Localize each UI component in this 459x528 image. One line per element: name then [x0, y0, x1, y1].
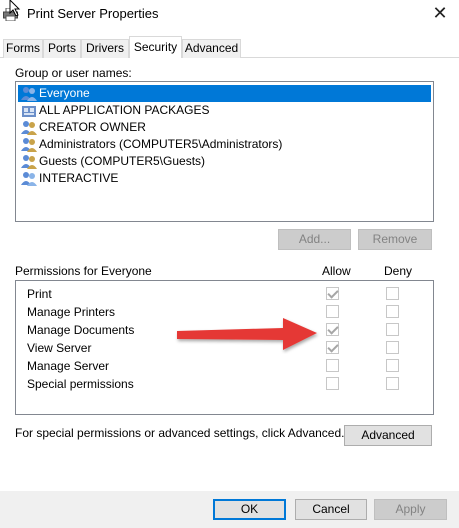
close-button[interactable]: ✕ — [426, 2, 454, 26]
user-name: Everyone — [39, 86, 90, 100]
user-group-icon — [21, 121, 37, 135]
allow-manage-documents-checkbox[interactable] — [326, 323, 339, 336]
tab-forms[interactable]: Forms — [3, 39, 43, 58]
cancel-button[interactable]: Cancel — [295, 499, 367, 520]
user-listbox[interactable]: Everyone ALL APPLICATION PACKAGES CREATO… — [15, 81, 434, 222]
permission-label: Special permissions — [27, 377, 134, 391]
mouse-cursor-icon — [9, 0, 21, 16]
group-label: Group or user names: — [15, 66, 132, 80]
user-group-icon — [21, 155, 37, 169]
deny-manage-documents-checkbox[interactable] — [386, 323, 399, 336]
window-title: Print Server Properties — [27, 6, 159, 21]
deny-special-permissions-checkbox[interactable] — [386, 377, 399, 390]
tab-strip: Forms Ports Drivers Security Advanced — [0, 36, 459, 59]
deny-header: Deny — [384, 264, 413, 278]
deny-manage-printers-checkbox[interactable] — [386, 305, 399, 318]
user-name: INTERACTIVE — [39, 171, 119, 185]
tab-drivers[interactable]: Drivers — [81, 39, 129, 58]
apply-button[interactable]: Apply — [374, 499, 447, 520]
user-name: Administrators (COMPUTER5\Administrators… — [39, 137, 283, 151]
allow-view-server-checkbox[interactable] — [326, 341, 339, 354]
allow-manage-server-checkbox[interactable] — [326, 359, 339, 372]
tab-ports[interactable]: Ports — [43, 39, 81, 58]
remove-button[interactable]: Remove — [358, 229, 432, 250]
allow-print-checkbox[interactable] — [326, 287, 339, 300]
close-icon: ✕ — [432, 3, 448, 23]
user-name: CREATOR OWNER — [39, 120, 146, 134]
list-item[interactable]: INTERACTIVE — [18, 170, 122, 187]
permission-label: Manage Server — [27, 359, 110, 373]
list-item[interactable]: Guests (COMPUTER5\Guests) — [18, 153, 209, 170]
list-item[interactable]: Everyone — [18, 85, 431, 102]
user-group-icon — [21, 172, 37, 186]
red-arrow-icon — [177, 318, 317, 350]
deny-manage-server-checkbox[interactable] — [386, 359, 399, 372]
list-item[interactable]: ALL APPLICATION PACKAGES — [18, 102, 214, 119]
deny-view-server-checkbox[interactable] — [386, 341, 399, 354]
title-bar: Print Server Properties ✕ — [0, 0, 459, 30]
deny-print-checkbox[interactable] — [386, 287, 399, 300]
ok-button[interactable]: OK — [213, 499, 286, 520]
special-permissions-note: For special permissions or advanced sett… — [15, 426, 345, 440]
permission-label: View Server — [27, 341, 92, 355]
list-item[interactable]: Administrators (COMPUTER5\Administrators… — [18, 136, 286, 153]
advanced-button[interactable]: Advanced — [344, 425, 432, 446]
permissions-label: Permissions for Everyone — [15, 264, 152, 278]
user-name: ALL APPLICATION PACKAGES — [39, 103, 210, 117]
add-button[interactable]: Add... — [278, 229, 351, 250]
list-item[interactable]: CREATOR OWNER — [18, 119, 150, 136]
allow-manage-printers-checkbox[interactable] — [326, 305, 339, 318]
user-name: Guests (COMPUTER5\Guests) — [39, 154, 206, 168]
package-group-icon — [22, 106, 36, 117]
user-group-icon — [21, 87, 37, 101]
tab-security[interactable]: Security — [129, 36, 182, 59]
permission-label: Manage Printers — [27, 305, 116, 319]
permission-label: Print — [27, 287, 52, 301]
allow-header: Allow — [322, 264, 351, 278]
user-group-icon — [21, 138, 37, 152]
permission-label: Manage Documents — [27, 323, 135, 337]
allow-special-permissions-checkbox[interactable] — [326, 377, 339, 390]
tab-advanced[interactable]: Advanced — [182, 39, 241, 58]
